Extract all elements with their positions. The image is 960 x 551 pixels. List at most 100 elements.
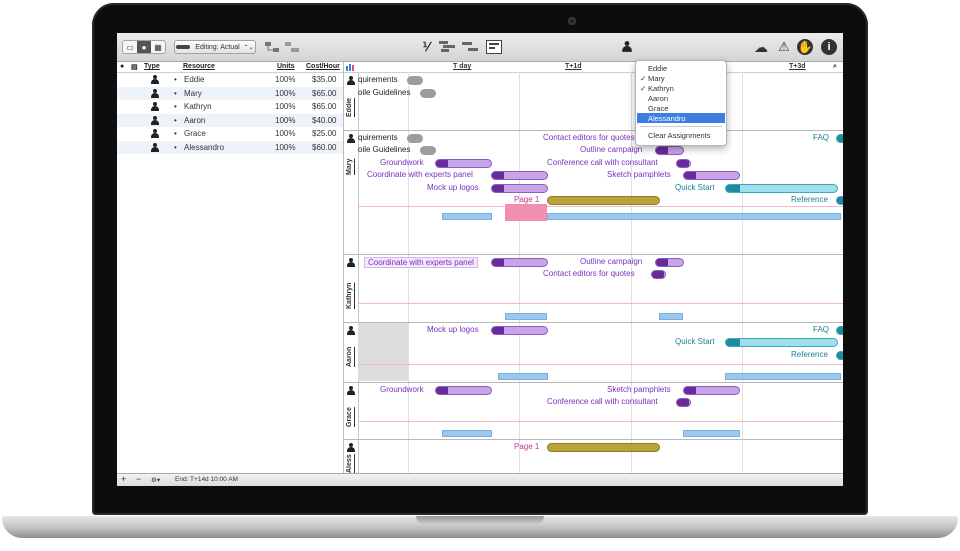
menu-item-aaron[interactable]: Aaron bbox=[637, 93, 725, 103]
task-label[interactable]: Reference bbox=[791, 350, 828, 359]
task-label[interactable]: FAQ bbox=[813, 325, 829, 334]
table-view-icon[interactable]: ▦ bbox=[151, 41, 165, 53]
task-label[interactable]: Coordinate with experts panel bbox=[367, 170, 473, 179]
task-label[interactable]: Mock up logos bbox=[427, 325, 479, 334]
task-bar[interactable] bbox=[435, 386, 492, 395]
split-view-icon[interactable]: ▭ bbox=[123, 41, 137, 53]
task-bar[interactable] bbox=[547, 443, 660, 452]
task-bar[interactable] bbox=[491, 171, 548, 180]
task-bar[interactable] bbox=[491, 184, 548, 193]
task-bar[interactable] bbox=[407, 76, 423, 85]
resource-units: 100% bbox=[275, 142, 296, 152]
info-icon[interactable]: i bbox=[821, 39, 837, 55]
menu-item-kathryn[interactable]: ✓ Kathryn bbox=[637, 83, 725, 93]
task-label[interactable]: Groundwork bbox=[380, 385, 424, 394]
person-view-icon[interactable]: ● bbox=[137, 41, 151, 53]
menu-item-label: Eddie bbox=[648, 64, 668, 73]
task-bar[interactable] bbox=[676, 398, 691, 407]
task-bar[interactable] bbox=[655, 258, 684, 267]
connect-icon[interactable] bbox=[285, 41, 299, 53]
table-row[interactable]: • Grace 100% $25.00 bbox=[117, 127, 343, 141]
task-label[interactable]: Reference bbox=[791, 195, 828, 204]
network-icon[interactable] bbox=[265, 41, 279, 53]
resource-units: 100% bbox=[275, 129, 296, 138]
task-bar[interactable] bbox=[725, 338, 838, 347]
task-bar[interactable] bbox=[683, 386, 740, 395]
resource-units: 100% bbox=[275, 102, 296, 111]
task-label[interactable]: quirements bbox=[358, 133, 398, 142]
task-bar[interactable] bbox=[836, 196, 843, 205]
task-label[interactable]: Sketch pamphlets bbox=[607, 170, 671, 179]
task-bar[interactable] bbox=[836, 134, 843, 143]
menu-item-alessandro[interactable]: Alessandro bbox=[637, 113, 725, 123]
menu-item-clear-assignments[interactable]: Clear Assignments bbox=[637, 130, 725, 140]
task-bar[interactable] bbox=[683, 171, 740, 180]
task-label[interactable]: Coordinate with experts panel bbox=[364, 257, 478, 268]
task-label[interactable]: oile Guidelines bbox=[358, 145, 410, 154]
resource-cost: $60.00 bbox=[312, 142, 337, 152]
cloud-publish-icon[interactable]: ☁ bbox=[753, 39, 769, 55]
task-label[interactable]: Outline campaign bbox=[580, 145, 642, 154]
task-label[interactable]: Conference call with consultant bbox=[547, 397, 658, 406]
zoom-icon[interactable]: ⌕ bbox=[833, 63, 837, 71]
task-label[interactable]: Mock up logos bbox=[427, 183, 479, 192]
task-label[interactable]: FAQ bbox=[813, 133, 829, 142]
inspector-view-icon[interactable] bbox=[486, 40, 502, 54]
task-label[interactable]: Conference call with consultant bbox=[547, 158, 658, 167]
gear-icon[interactable]: ⚙▾ bbox=[151, 476, 160, 484]
menu-item-mary[interactable]: ✓ Mary bbox=[637, 73, 725, 83]
task-label[interactable]: Quick Start bbox=[675, 337, 715, 346]
task-bar[interactable] bbox=[651, 270, 666, 279]
task-label[interactable]: Contact editors for quotes bbox=[543, 133, 635, 142]
task-label[interactable]: quirements bbox=[358, 75, 398, 84]
column-type[interactable]: Type bbox=[144, 63, 160, 70]
task-bar[interactable] bbox=[407, 134, 423, 143]
menu-item-grace[interactable]: Grace bbox=[637, 103, 725, 113]
task-bar[interactable] bbox=[435, 159, 492, 168]
view-mode-segmented[interactable]: ▭ ● ▦ bbox=[122, 40, 166, 54]
style-icon[interactable]: ✋ bbox=[797, 39, 813, 55]
task-label[interactable]: Quick Start bbox=[675, 183, 715, 192]
warning-icon[interactable]: ⚠ bbox=[777, 39, 791, 55]
menu-item-eddie[interactable]: Eddie bbox=[637, 63, 725, 73]
editing-mode-popup[interactable]: Editing: Actual ⌃⌄ bbox=[174, 40, 256, 54]
task-bar[interactable] bbox=[491, 258, 548, 267]
task-label[interactable]: Page 1 bbox=[514, 195, 539, 204]
fraction-icon[interactable]: ⅟ bbox=[419, 40, 433, 54]
task-label[interactable]: Groundwork bbox=[380, 158, 424, 167]
column-resource[interactable]: Resource bbox=[183, 63, 215, 70]
task-bar[interactable] bbox=[836, 326, 843, 335]
table-row[interactable]: • Mary 100% $65.00 bbox=[117, 86, 343, 100]
task-label[interactable]: Contact editors for quotes bbox=[543, 269, 635, 278]
person-icon bbox=[347, 76, 355, 85]
gantt-bars-icon[interactable] bbox=[439, 41, 455, 53]
task-bar[interactable] bbox=[725, 184, 838, 193]
task-label[interactable]: Page 1 bbox=[514, 442, 539, 451]
reorder-icon[interactable] bbox=[462, 41, 478, 53]
table-row[interactable]: • Aaron 100% $40.00 bbox=[117, 113, 343, 127]
resource-table-header: ● ▤ Type Resource Units Cost/Hour bbox=[117, 62, 343, 73]
remove-button[interactable]: − bbox=[136, 474, 141, 484]
column-cost[interactable]: Cost/Hour bbox=[306, 63, 340, 70]
task-bar[interactable] bbox=[420, 89, 436, 98]
table-row[interactable]: • Kathryn 100% $65.00 bbox=[117, 100, 343, 114]
task-bar[interactable] bbox=[655, 146, 684, 155]
table-row[interactable]: • Eddie 100% $35.00 bbox=[117, 73, 343, 87]
task-bar[interactable] bbox=[420, 146, 436, 155]
resource-units: 100% bbox=[275, 88, 296, 98]
add-button[interactable]: + bbox=[121, 474, 126, 484]
resource-cost: $40.00 bbox=[312, 115, 337, 125]
task-bar[interactable] bbox=[547, 196, 660, 205]
task-bar[interactable] bbox=[491, 326, 548, 335]
lane-name: Grace bbox=[346, 407, 353, 427]
task-bar[interactable] bbox=[676, 159, 691, 168]
resource-name: Aaron bbox=[184, 115, 206, 125]
task-label[interactable]: Outline campaign bbox=[580, 257, 642, 266]
task-bar[interactable] bbox=[836, 351, 843, 360]
table-row[interactable]: • Alessandro 100% $60.00 bbox=[117, 140, 343, 154]
task-label[interactable]: oile Guidelines bbox=[358, 88, 410, 97]
assign-resource-icon[interactable] bbox=[622, 41, 632, 52]
column-units[interactable]: Units bbox=[277, 63, 295, 70]
task-label[interactable]: Sketch pamphlets bbox=[607, 385, 671, 394]
timeline-col-t1d: T+1d bbox=[565, 63, 582, 70]
